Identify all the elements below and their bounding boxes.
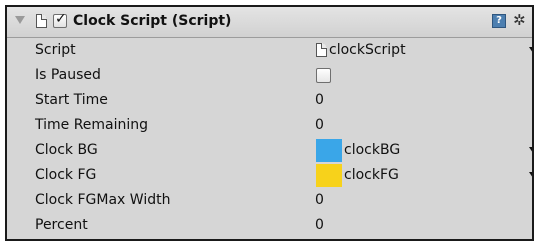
foldout-arrow-icon[interactable] — [15, 16, 25, 24]
clock-bg-object-field[interactable]: clockBG — [344, 142, 400, 158]
start-time-label: Start Time — [35, 92, 108, 108]
gear-icon[interactable]: ✲ — [513, 10, 526, 30]
script-file-icon — [36, 14, 47, 28]
script-label: Script — [35, 42, 76, 58]
script-file-icon — [316, 43, 327, 57]
dropdown-arrow-icon[interactable] — [529, 147, 532, 153]
clock-fg-texture-preview[interactable] — [316, 164, 342, 187]
component-enabled-checkbox[interactable]: ✓ — [53, 11, 67, 28]
clock-fg-object-field[interactable]: clockFG — [344, 167, 399, 183]
percent-field[interactable]: 0 — [315, 217, 324, 233]
clock-bg-label: Clock BG — [35, 142, 98, 158]
dropdown-arrow-icon[interactable] — [529, 172, 532, 178]
property-row-script: Script clockScript — [7, 38, 532, 63]
property-row-clock-bg: Clock BG clockBG — [7, 138, 532, 163]
property-row-percent: Percent 0 — [7, 213, 532, 238]
time-remaining-field[interactable]: 0 — [315, 117, 324, 133]
start-time-field[interactable]: 0 — [315, 92, 324, 108]
clock-fg-label: Clock FG — [35, 167, 97, 183]
inspector-component-panel: ✓ Clock Script (Script) ? ✲ Script clock… — [5, 5, 534, 241]
is-paused-checkbox[interactable] — [316, 68, 331, 83]
clock-fg-max-width-field[interactable]: 0 — [315, 192, 324, 208]
is-paused-label: Is Paused — [35, 67, 101, 83]
percent-label: Percent — [35, 217, 88, 233]
checkmark-icon: ✓ — [55, 11, 67, 27]
component-header[interactable]: ✓ Clock Script (Script) ? ✲ — [7, 7, 532, 38]
dropdown-arrow-icon[interactable] — [529, 47, 532, 53]
clock-fg-max-width-label: Clock FGMax Width — [35, 192, 171, 208]
property-row-time-remaining: Time Remaining 0 — [7, 113, 532, 138]
property-list: Script clockScript Is Paused Start Time … — [7, 38, 532, 238]
time-remaining-label: Time Remaining — [35, 117, 149, 133]
help-icon[interactable]: ? — [492, 14, 506, 28]
property-row-start-time: Start Time 0 — [7, 88, 532, 113]
property-row-clock-fg: Clock FG clockFG — [7, 163, 532, 188]
component-title: Clock Script (Script) — [73, 13, 232, 29]
property-row-clock-fg-max-width: Clock FGMax Width 0 — [7, 188, 532, 213]
property-row-is-paused: Is Paused — [7, 63, 532, 88]
clock-bg-texture-preview[interactable] — [316, 139, 342, 162]
script-object-field[interactable]: clockScript — [329, 42, 406, 58]
